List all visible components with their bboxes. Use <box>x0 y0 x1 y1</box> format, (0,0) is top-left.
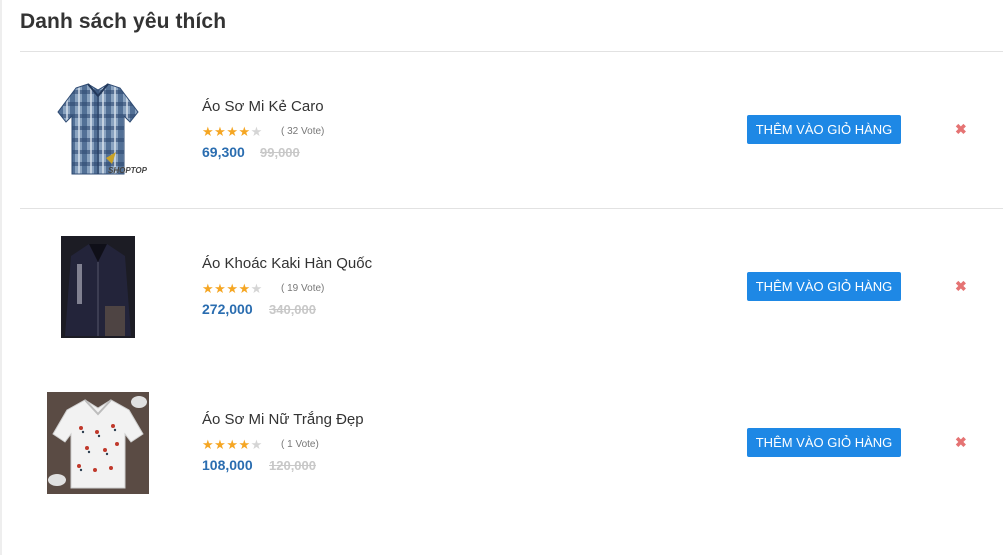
product-name[interactable]: Áo Sơ Mi Nữ Trắng Đẹp <box>202 411 364 428</box>
image-watermark: SHOPTOP <box>108 166 147 175</box>
wishlist-item: SHOPTOP Áo Sơ Mi Kẻ Caro ★★★★★ ( 32 Vote… <box>20 52 1003 209</box>
remove-item-icon[interactable]: ✖ <box>955 278 967 295</box>
vote-count: ( 19 Vote) <box>281 283 325 294</box>
star-icon: ★ <box>226 124 239 139</box>
star-icon: ★ <box>202 437 215 452</box>
remove-item-icon[interactable]: ✖ <box>955 434 967 451</box>
add-to-cart-button[interactable]: THÊM VÀO GIỎ HÀNG <box>747 428 901 457</box>
vote-count: ( 1 Vote) <box>281 439 319 450</box>
star-empty-icon: ★ <box>250 281 263 296</box>
page-left-border <box>0 0 2 555</box>
star-empty-icon: ★ <box>250 124 263 139</box>
star-icon: ★ <box>238 281 251 296</box>
star-empty-icon: ★ <box>250 437 263 452</box>
product-name[interactable]: Áo Khoác Kaki Hàn Quốc <box>202 255 372 272</box>
star-icon: ★ <box>214 124 227 139</box>
product-price: 108,000 <box>202 457 253 473</box>
jacket-image <box>61 236 135 338</box>
add-to-cart-button[interactable]: THÊM VÀO GIỎ HÀNG <box>747 115 901 144</box>
star-icon: ★ <box>226 281 239 296</box>
product-old-price: 120,000 <box>269 458 316 473</box>
wishlist-item: Áo Khoác Kaki Hàn Quốc ★★★★★ ( 19 Vote) … <box>20 209 1003 366</box>
remove-item-icon[interactable]: ✖ <box>955 121 967 138</box>
star-icon: ★ <box>238 124 251 139</box>
star-icon: ★ <box>238 437 251 452</box>
star-icon: ★ <box>202 281 215 296</box>
product-price: 69,300 <box>202 144 245 160</box>
vote-count: ( 32 Vote) <box>281 126 325 137</box>
product-image[interactable] <box>47 392 149 494</box>
product-image[interactable]: SHOPTOP <box>46 78 150 182</box>
product-old-price: 340,000 <box>269 302 316 317</box>
rating-stars: ★★★★★ <box>202 438 263 451</box>
star-icon: ★ <box>202 124 215 139</box>
white-shirt-image <box>47 392 149 494</box>
product-old-price: 99,000 <box>260 145 300 160</box>
star-icon: ★ <box>214 437 227 452</box>
product-image[interactable] <box>61 236 135 338</box>
product-name[interactable]: Áo Sơ Mi Kẻ Caro <box>202 98 324 115</box>
rating-stars: ★★★★★ <box>202 125 263 138</box>
star-icon: ★ <box>214 281 227 296</box>
rating-stars: ★★★★★ <box>202 282 263 295</box>
wishlist-item: Áo Sơ Mi Nữ Trắng Đẹp ★★★★★ ( 1 Vote) 10… <box>20 365 1003 522</box>
star-icon: ★ <box>226 437 239 452</box>
product-price: 272,000 <box>202 301 253 317</box>
add-to-cart-button[interactable]: THÊM VÀO GIỎ HÀNG <box>747 272 901 301</box>
page-title: Danh sách yêu thích <box>20 10 227 33</box>
